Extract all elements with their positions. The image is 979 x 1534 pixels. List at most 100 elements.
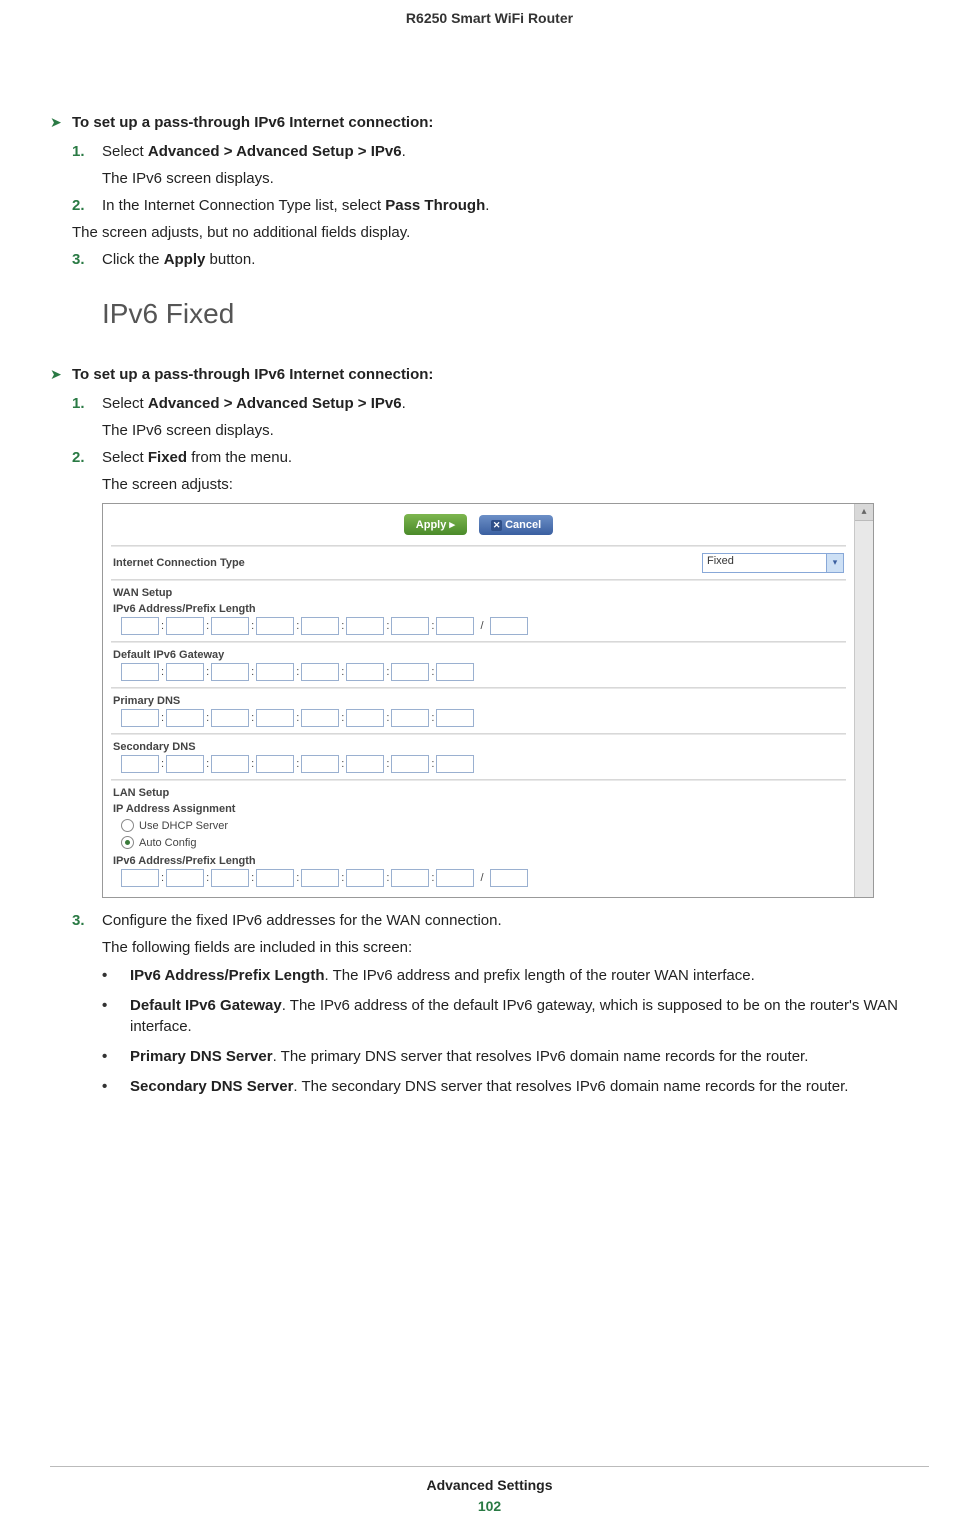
- proc-arrow-icon: ➤: [50, 366, 72, 383]
- auto-config-label: Auto Config: [139, 837, 196, 849]
- ip-segment-input[interactable]: [121, 709, 159, 727]
- ip-segment-input[interactable]: [301, 617, 339, 635]
- procedure-heading-1: To set up a pass-through IPv6 Internet c…: [72, 114, 929, 131]
- ip-segment-input[interactable]: [211, 617, 249, 635]
- scrollbar[interactable]: ▴: [854, 504, 873, 897]
- bullet-label: Primary DNS Server: [130, 1048, 273, 1065]
- ip-segment-input[interactable]: [121, 617, 159, 635]
- step-sub: The following fields are included in thi…: [102, 939, 929, 956]
- ip-segment-input[interactable]: [436, 869, 474, 887]
- step-number: 2.: [72, 449, 102, 466]
- conn-type-select[interactable]: Fixed ▾: [702, 553, 844, 573]
- ip-segment-input[interactable]: [211, 755, 249, 773]
- ip-segment-input[interactable]: [346, 709, 384, 727]
- step-text: In the Internet Connection Type list, se…: [102, 197, 929, 214]
- conn-type-label: Internet Connection Type: [113, 557, 702, 569]
- ip-segment-input[interactable]: [391, 755, 429, 773]
- default-gw-input-row: : : : : : : :: [111, 663, 846, 685]
- ip-segment-input[interactable]: [256, 869, 294, 887]
- wan-setup-label: WAN Setup: [111, 583, 846, 599]
- ip-segment-input[interactable]: [301, 869, 339, 887]
- prefix-length-input[interactable]: [490, 617, 528, 635]
- bullet-label: Secondary DNS Server: [130, 1078, 293, 1095]
- ip-segment-input[interactable]: [121, 869, 159, 887]
- primary-dns-label: Primary DNS: [111, 691, 846, 709]
- step-bold: Advanced > Advanced Setup > IPv6: [148, 395, 402, 412]
- step-bold: Apply: [164, 251, 206, 268]
- conn-type-value: Fixed: [703, 554, 826, 572]
- step-number: 3.: [72, 251, 102, 268]
- ip-segment-input[interactable]: [391, 617, 429, 635]
- ip-segment-input[interactable]: [301, 663, 339, 681]
- ip-segment-input[interactable]: [211, 709, 249, 727]
- prefix-slash: /: [480, 620, 483, 632]
- apply-button[interactable]: Apply ▸: [404, 514, 467, 535]
- chevron-down-icon: ▾: [826, 554, 843, 572]
- ip-segment-input[interactable]: [166, 755, 204, 773]
- ip-segment-input[interactable]: [211, 869, 249, 887]
- prefix-length-input[interactable]: [490, 869, 528, 887]
- footer-section: Advanced Settings: [50, 1477, 929, 1493]
- ip-segment-input[interactable]: [436, 663, 474, 681]
- ip-segment-input[interactable]: [256, 709, 294, 727]
- ip-segment-input[interactable]: [166, 663, 204, 681]
- ipv6-addr-input-row: : : : : : : : /: [111, 617, 846, 639]
- primary-dns-input-row: : : : : : : :: [111, 709, 846, 731]
- ip-segment-input[interactable]: [346, 617, 384, 635]
- auto-config-radio[interactable]: [121, 836, 134, 849]
- bullet-text: Primary DNS Server. The primary DNS serv…: [130, 1047, 929, 1067]
- ip-segment-input[interactable]: [301, 709, 339, 727]
- step-pre: Select: [102, 143, 148, 160]
- close-icon: ✕: [491, 520, 502, 531]
- step-post: button.: [205, 251, 255, 268]
- ip-segment-input[interactable]: [121, 663, 159, 681]
- secondary-dns-input-row: : : : : : : :: [111, 755, 846, 777]
- lan-ipv6-addr-input-row: : : : : : : : /: [111, 869, 846, 891]
- scroll-up-icon[interactable]: ▴: [855, 504, 873, 521]
- ip-segment-input[interactable]: [256, 663, 294, 681]
- ip-segment-input[interactable]: [256, 755, 294, 773]
- default-gw-label: Default IPv6 Gateway: [111, 645, 846, 663]
- cancel-label: Cancel: [505, 519, 541, 531]
- step-text: Select Fixed from the menu.: [102, 449, 929, 466]
- step-number: 2.: [72, 197, 102, 214]
- ip-segment-input[interactable]: [166, 617, 204, 635]
- secondary-dns-label: Secondary DNS: [111, 737, 846, 755]
- ip-segment-input[interactable]: [211, 663, 249, 681]
- ip-segment-input[interactable]: [346, 663, 384, 681]
- config-screenshot: Apply ▸ ✕Cancel Internet Connection Type…: [102, 503, 874, 898]
- step-bold: Fixed: [148, 449, 187, 466]
- dhcp-radio[interactable]: [121, 819, 134, 832]
- ip-segment-input[interactable]: [256, 617, 294, 635]
- note-text: The screen adjusts, but no additional fi…: [72, 224, 929, 241]
- step-post: .: [485, 197, 489, 214]
- ip-segment-input[interactable]: [436, 755, 474, 773]
- bullet-icon: •: [102, 997, 130, 1014]
- bullet-desc: . The primary DNS server that resolves I…: [273, 1048, 809, 1065]
- ip-segment-input[interactable]: [121, 755, 159, 773]
- ip-segment-input[interactable]: [301, 755, 339, 773]
- ip-segment-input[interactable]: [436, 617, 474, 635]
- step-number: 1.: [72, 395, 102, 412]
- ip-segment-input[interactable]: [391, 869, 429, 887]
- step-number: 1.: [72, 143, 102, 160]
- step-bold: Advanced > Advanced Setup > IPv6: [148, 143, 402, 160]
- prefix-slash: /: [480, 872, 483, 884]
- proc-arrow-icon: ➤: [50, 114, 72, 131]
- step-pre: Click the: [102, 251, 164, 268]
- ip-segment-input[interactable]: [166, 709, 204, 727]
- ip-segment-input[interactable]: [436, 709, 474, 727]
- step-text: Select Advanced > Advanced Setup > IPv6.: [102, 395, 929, 412]
- cancel-button[interactable]: ✕Cancel: [479, 515, 553, 535]
- ip-segment-input[interactable]: [346, 755, 384, 773]
- step-bold: Pass Through: [385, 197, 485, 214]
- step-post: .: [402, 143, 406, 160]
- ip-segment-input[interactable]: [391, 663, 429, 681]
- bullet-text: IPv6 Address/Prefix Length. The IPv6 add…: [130, 966, 929, 986]
- ip-segment-input[interactable]: [391, 709, 429, 727]
- ipv6-addr-label: IPv6 Address/Prefix Length: [111, 599, 846, 617]
- ip-segment-input[interactable]: [166, 869, 204, 887]
- section-heading-ipv6-fixed: IPv6 Fixed: [102, 298, 929, 330]
- ip-segment-input[interactable]: [346, 869, 384, 887]
- bullet-text: Default IPv6 Gateway. The IPv6 address o…: [130, 996, 929, 1037]
